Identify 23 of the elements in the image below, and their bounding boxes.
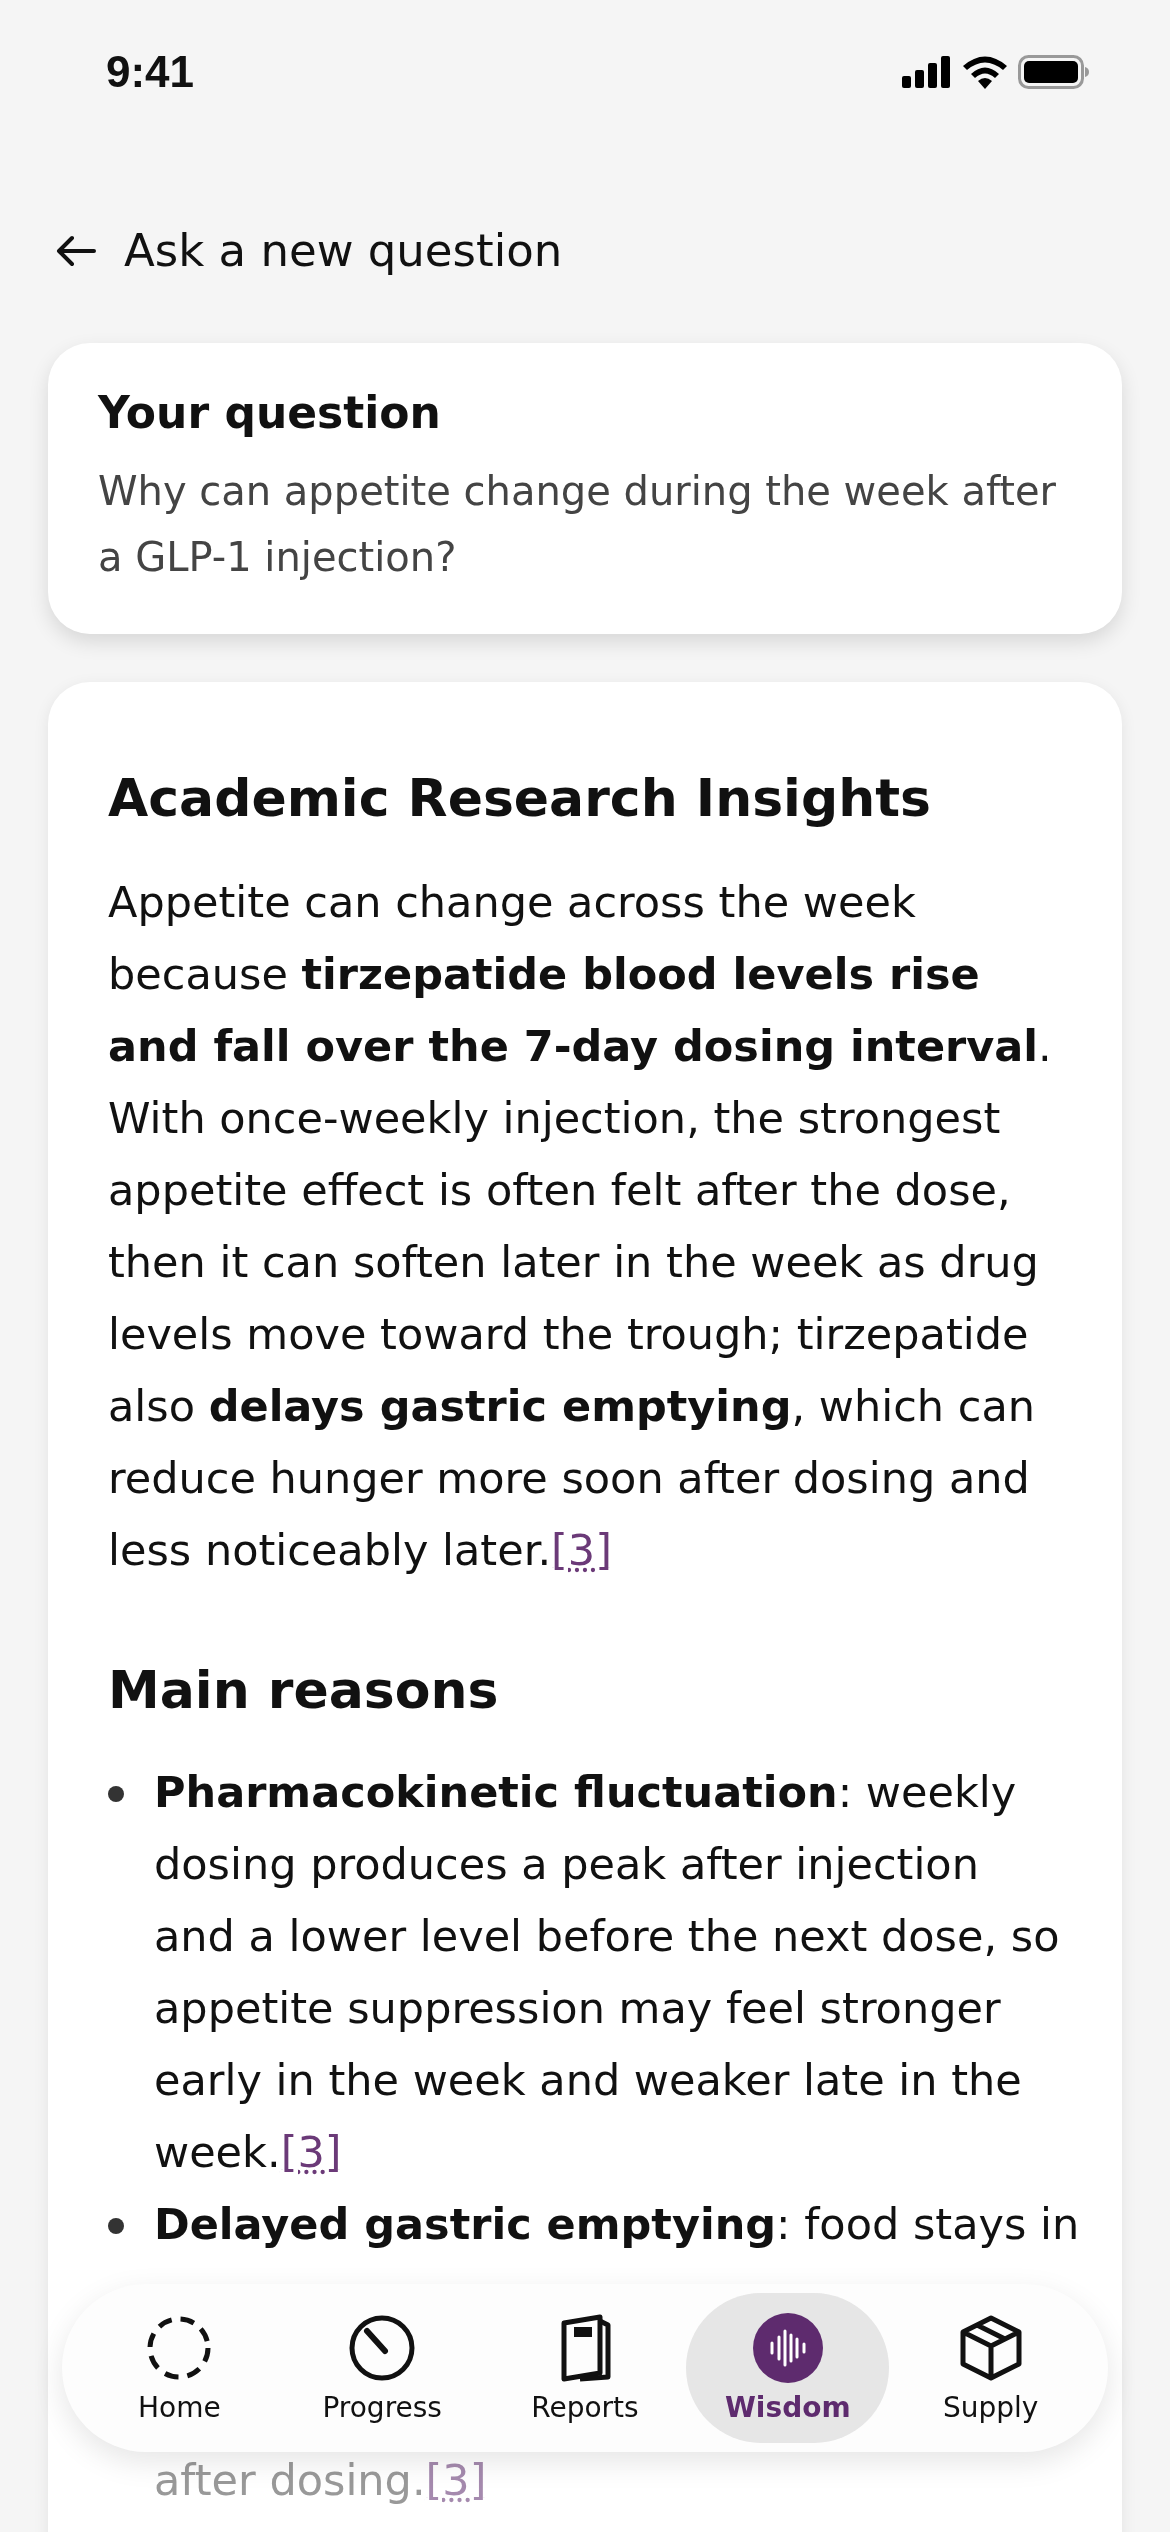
- section-title: Main reasons: [108, 1660, 500, 1720]
- tab-item[interactable]: Wisdom: [686, 2293, 890, 2443]
- status-time: 9:41: [106, 47, 195, 97]
- citation-link[interactable]: [3]: [551, 1525, 612, 1575]
- battery-icon: [1018, 55, 1090, 89]
- answer-title: Academic Research Insights: [108, 768, 932, 828]
- question-title: Your question: [98, 387, 442, 438]
- tab-item[interactable]: Home: [78, 2293, 281, 2443]
- back-button[interactable]: Ask a new question: [56, 224, 563, 277]
- citation-link[interactable]: [3]: [280, 2127, 342, 2177]
- tab-item[interactable]: Reports: [483, 2293, 687, 2443]
- wifi-icon: [962, 55, 1008, 89]
- bullet-text: Delayed gastric emptying: food stays in: [154, 2198, 1080, 2251]
- tab-item[interactable]: Supply: [889, 2293, 1092, 2443]
- answer-paragraph: Appetite can change across the week because tirzepatide blood levels rise and fall over the 7-day dosing interval. With once-weekly injection, the strongest appetite effect is often felt after the dose, then it can soften later in the week as drug levels move toward the trough; tirzepatide also delays gastric emptying, which can reduce hunger more soon after dosing and less noticeably later.[3]: [108, 876, 1053, 1577]
- question-text: Why can appetite change during the week after a GLP-1 injection?: [98, 467, 1058, 582]
- bullet-dot: [108, 1786, 124, 1802]
- signal-icon: [902, 56, 952, 88]
- waveform-icon: [752, 2312, 823, 2383]
- tab-item[interactable]: Progress: [280, 2293, 484, 2443]
- bullet-dot: [108, 2218, 124, 2234]
- back-arrow-icon: [56, 234, 96, 267]
- bullet-text: Pharmacokinetic fluctuation: weekly dosing produces a peak after injection and a lower level before the next dose, so appetite suppression may feel stronger early in the week and weaker late in the week.[3]: [154, 1766, 1061, 2179]
